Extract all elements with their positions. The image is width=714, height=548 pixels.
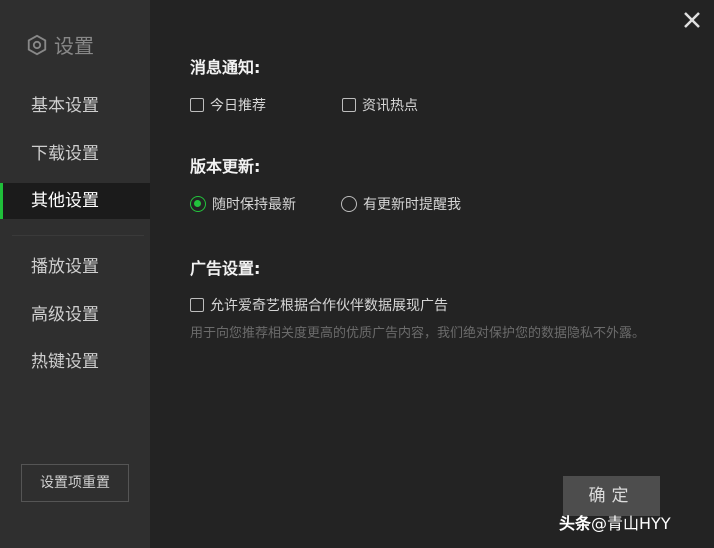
checkbox-box[interactable] <box>190 98 204 112</box>
ads-title: 广告设置: <box>190 259 261 278</box>
sidebar-item-playback[interactable]: 播放设置 <box>0 249 150 285</box>
radio-unselected[interactable] <box>341 196 357 212</box>
sidebar-title: 设置 <box>54 34 94 58</box>
sidebar-item-advanced[interactable]: 高级设置 <box>0 297 150 333</box>
sidebar: 设置 基本设置 下载设置 其他设置 播放设置 高级设置 热键设置 设置项重置 <box>0 0 150 548</box>
checkbox-box[interactable] <box>342 98 356 112</box>
radio-remind-on-update[interactable]: 有更新时提醒我 <box>341 194 461 214</box>
sidebar-item-other[interactable]: 其他设置 <box>0 183 150 219</box>
updates-title: 版本更新: <box>190 157 261 176</box>
checkbox-allow-partner-ads[interactable]: 允许爱奇艺根据合作伙伴数据展现广告 <box>190 295 448 315</box>
close-icon[interactable] <box>680 8 704 32</box>
ads-note: 用于向您推荐相关度更高的优质广告内容，我们绝对保护您的数据隐私不外露。 <box>190 326 646 341</box>
sidebar-item-download[interactable]: 下载设置 <box>0 136 150 172</box>
reset-settings-button[interactable]: 设置项重置 <box>21 464 129 502</box>
checkbox-news-hot[interactable]: 资讯热点 <box>342 95 418 115</box>
sidebar-item-hotkeys[interactable]: 热键设置 <box>0 344 150 380</box>
sidebar-divider <box>12 235 144 236</box>
radio-always-latest[interactable]: 随时保持最新 <box>190 194 296 214</box>
checkbox-today-recommend[interactable]: 今日推荐 <box>190 95 266 115</box>
watermark: 头条@青山HYY <box>559 514 671 533</box>
sidebar-item-basic[interactable]: 基本设置 <box>0 88 150 124</box>
radio-selected[interactable] <box>190 196 206 212</box>
sidebar-brand: 设置 <box>26 30 94 59</box>
checkbox-box[interactable] <box>190 298 204 312</box>
settings-hex-icon <box>27 34 47 55</box>
notifications-title: 消息通知: <box>190 58 261 77</box>
